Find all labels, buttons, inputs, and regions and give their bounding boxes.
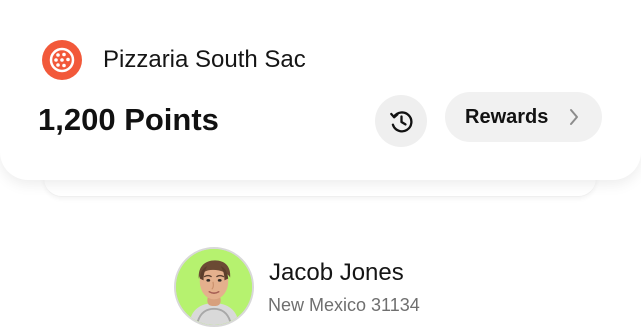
loyalty-card: Pizzaria South Sac 1,200 Points Rewards (0, 0, 641, 180)
pizza-logo-icon (42, 40, 82, 80)
rewards-button-label: Rewards (465, 106, 549, 128)
store-name: Pizzaria South Sac (103, 46, 306, 73)
avatar (174, 247, 254, 327)
history-icon (389, 110, 412, 132)
user-name: Jacob Jones (269, 259, 404, 286)
history-button[interactable] (375, 95, 427, 147)
chevron-right-icon (570, 109, 578, 125)
rewards-button[interactable]: Rewards (445, 92, 602, 142)
points-balance: 1,200 Points (38, 102, 219, 137)
user-location: New Mexico 31134 (268, 295, 420, 315)
